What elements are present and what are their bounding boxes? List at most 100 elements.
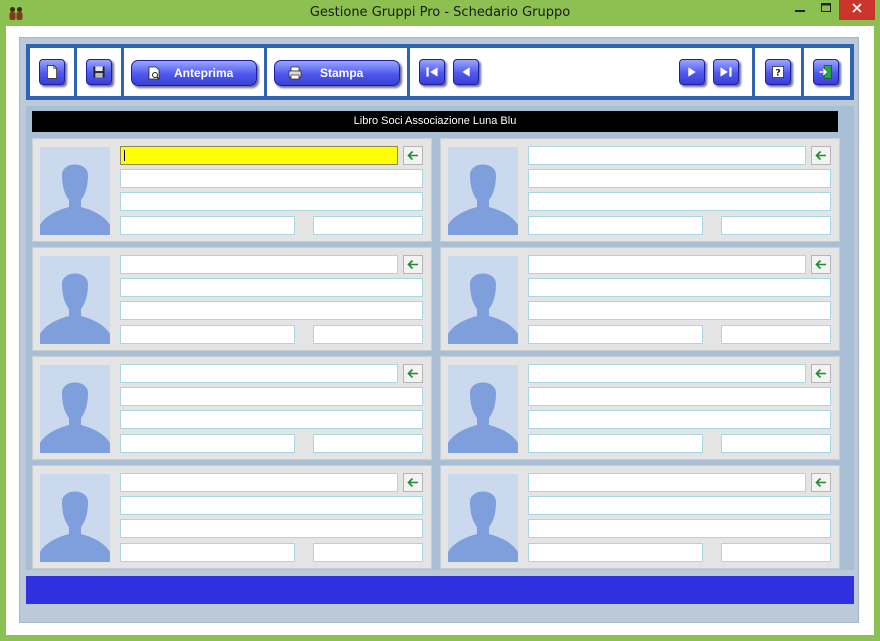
close-icon bbox=[852, 3, 862, 13]
arrow-left-icon bbox=[815, 477, 826, 488]
toolbar-segment-exit bbox=[804, 48, 850, 96]
toolbar-segment-help: ? bbox=[755, 48, 801, 96]
new-button[interactable] bbox=[39, 59, 65, 85]
member-address-field[interactable] bbox=[528, 496, 831, 515]
fill-arrow-button[interactable] bbox=[811, 255, 831, 274]
member-city-field[interactable] bbox=[528, 301, 831, 320]
member-address-field[interactable] bbox=[120, 387, 423, 406]
toolbar-segment-save bbox=[77, 48, 121, 96]
member-date-field[interactable] bbox=[721, 216, 831, 235]
printer-icon bbox=[288, 66, 302, 80]
member-name-field[interactable] bbox=[120, 146, 398, 165]
next-button[interactable] bbox=[679, 59, 705, 85]
member-name-field[interactable] bbox=[528, 255, 806, 274]
print-button[interactable]: Stampa bbox=[274, 60, 400, 86]
fill-arrow-button[interactable] bbox=[811, 473, 831, 492]
member-phone-field[interactable] bbox=[120, 325, 295, 344]
maximize-button[interactable] bbox=[813, 0, 839, 20]
member-city-field[interactable] bbox=[120, 301, 423, 320]
new-document-icon bbox=[47, 65, 57, 79]
next-record-icon bbox=[688, 67, 696, 77]
svg-text:?: ? bbox=[775, 68, 780, 79]
fill-arrow-button[interactable] bbox=[811, 146, 831, 165]
toolbar-segment-preview: Anteprima bbox=[124, 48, 264, 96]
member-phone-field[interactable] bbox=[120, 216, 295, 235]
member-date-field[interactable] bbox=[313, 434, 423, 453]
member-address-field[interactable] bbox=[528, 387, 831, 406]
fill-arrow-button[interactable] bbox=[403, 364, 423, 383]
person-silhouette-icon bbox=[448, 147, 518, 235]
minimize-icon bbox=[795, 10, 805, 12]
toolbar-segment-navigation bbox=[410, 48, 752, 96]
member-address-field[interactable] bbox=[120, 169, 423, 188]
panel-header: Libro Soci Associazione Luna Blu bbox=[32, 111, 838, 132]
text-caret bbox=[124, 150, 125, 161]
member-date-field[interactable] bbox=[721, 543, 831, 562]
member-phone-field[interactable] bbox=[528, 325, 703, 344]
prev-button[interactable] bbox=[453, 59, 479, 85]
minimize-button[interactable] bbox=[787, 0, 813, 20]
last-button[interactable] bbox=[713, 59, 739, 85]
window-frame: Anteprima Stampa ? Libro Soci Associazio… bbox=[6, 26, 874, 635]
print-button-label: Stampa bbox=[320, 66, 364, 80]
member-phone-field[interactable] bbox=[120, 543, 295, 562]
member-date-field[interactable] bbox=[313, 543, 423, 562]
save-button[interactable] bbox=[86, 59, 112, 85]
fill-arrow-button[interactable] bbox=[403, 255, 423, 274]
print-preview-icon bbox=[148, 66, 160, 80]
preview-button[interactable]: Anteprima bbox=[131, 60, 257, 86]
member-name-field[interactable] bbox=[120, 255, 398, 274]
arrow-left-icon bbox=[407, 259, 418, 270]
member-date-field[interactable] bbox=[313, 325, 423, 344]
member-card bbox=[32, 247, 432, 351]
arrow-left-icon bbox=[407, 368, 418, 379]
member-phone-field[interactable] bbox=[120, 434, 295, 453]
first-button[interactable] bbox=[419, 59, 445, 85]
member-name-field[interactable] bbox=[528, 473, 806, 492]
member-card bbox=[440, 138, 840, 242]
title-bar: Gestione Gruppi Pro - Schedario Gruppo bbox=[0, 0, 880, 26]
maximize-icon bbox=[821, 3, 831, 12]
member-city-field[interactable] bbox=[120, 410, 423, 429]
member-name-field[interactable] bbox=[120, 364, 398, 383]
person-silhouette-icon bbox=[40, 147, 110, 235]
member-city-field[interactable] bbox=[528, 192, 831, 211]
member-city-field[interactable] bbox=[120, 519, 423, 538]
close-button[interactable] bbox=[839, 0, 875, 20]
person-silhouette-icon bbox=[40, 365, 110, 453]
fill-arrow-button[interactable] bbox=[403, 146, 423, 165]
member-phone-field[interactable] bbox=[528, 543, 703, 562]
member-address-field[interactable] bbox=[120, 496, 423, 515]
member-phone-field[interactable] bbox=[528, 434, 703, 453]
member-card bbox=[440, 247, 840, 351]
member-address-field[interactable] bbox=[528, 169, 831, 188]
member-date-field[interactable] bbox=[721, 325, 831, 344]
help-icon: ? bbox=[772, 66, 784, 79]
member-date-field[interactable] bbox=[313, 216, 423, 235]
person-silhouette-icon bbox=[448, 474, 518, 562]
member-address-field[interactable] bbox=[120, 278, 423, 297]
fill-arrow-button[interactable] bbox=[811, 364, 831, 383]
member-address-field[interactable] bbox=[528, 278, 831, 297]
person-silhouette-icon bbox=[448, 256, 518, 344]
exit-button[interactable] bbox=[813, 59, 839, 85]
member-phone-field[interactable] bbox=[528, 216, 703, 235]
person-silhouette-icon bbox=[448, 365, 518, 453]
member-card bbox=[32, 465, 432, 569]
member-name-field[interactable] bbox=[528, 364, 806, 383]
fill-arrow-button[interactable] bbox=[403, 473, 423, 492]
person-silhouette-icon bbox=[40, 256, 110, 344]
member-city-field[interactable] bbox=[528, 410, 831, 429]
floppy-disk-icon bbox=[93, 66, 105, 78]
member-name-field[interactable] bbox=[528, 146, 806, 165]
last-record-icon bbox=[720, 67, 732, 77]
member-city-field[interactable] bbox=[528, 519, 831, 538]
status-bar bbox=[26, 576, 854, 604]
member-name-field[interactable] bbox=[120, 473, 398, 492]
arrow-left-icon bbox=[815, 368, 826, 379]
help-button[interactable]: ? bbox=[765, 59, 791, 85]
toolbar-segment-new bbox=[30, 48, 74, 96]
member-city-field[interactable] bbox=[120, 192, 423, 211]
arrow-left-icon bbox=[815, 259, 826, 270]
member-date-field[interactable] bbox=[721, 434, 831, 453]
